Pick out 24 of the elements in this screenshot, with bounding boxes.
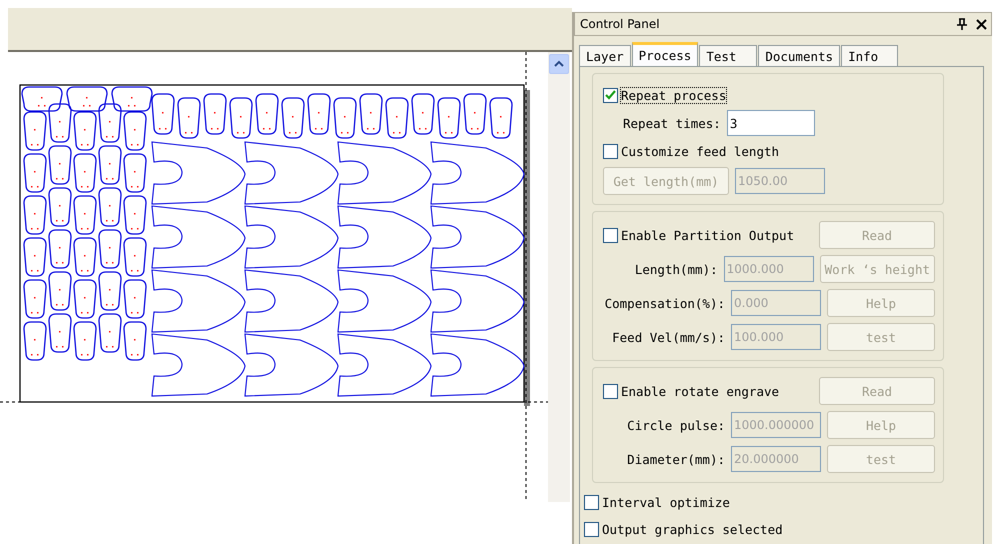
field-label: Repeat times: — [623, 116, 721, 130]
panel-title: Control Panel — [580, 17, 661, 31]
field-label: Diameter(mm): — [626, 452, 726, 466]
checkbox-label[interactable]: Repeat process — [621, 88, 726, 102]
vertical-scrollbar[interactable] — [548, 52, 570, 502]
pin-icon[interactable] — [956, 18, 968, 30]
tab[interactable]: Test — [699, 45, 758, 66]
scroll-up-button[interactable] — [549, 54, 569, 74]
field-label: Feed Vel(mm/s): — [611, 330, 726, 344]
tab[interactable]: Process — [632, 42, 698, 66]
field-label: Circle pulse: — [626, 418, 726, 432]
checkbox[interactable] — [603, 88, 618, 102]
field-label: Compensation(%): — [604, 296, 726, 310]
tab[interactable]: Documents — [758, 45, 840, 66]
checkbox[interactable] — [584, 522, 599, 537]
checkbox[interactable] — [584, 495, 599, 510]
close-icon[interactable] — [976, 18, 987, 30]
tab[interactable]: Layer — [579, 45, 631, 66]
checkbox-label[interactable]: Interval optimize — [602, 495, 730, 510]
tab[interactable]: Info — [841, 45, 898, 66]
checkbox-label[interactable]: Output graphics selected — [602, 522, 783, 537]
chevron-up-icon — [553, 60, 565, 68]
field-label: Length(mm): — [634, 262, 718, 276]
input-field[interactable]: 3 — [726, 110, 815, 136]
